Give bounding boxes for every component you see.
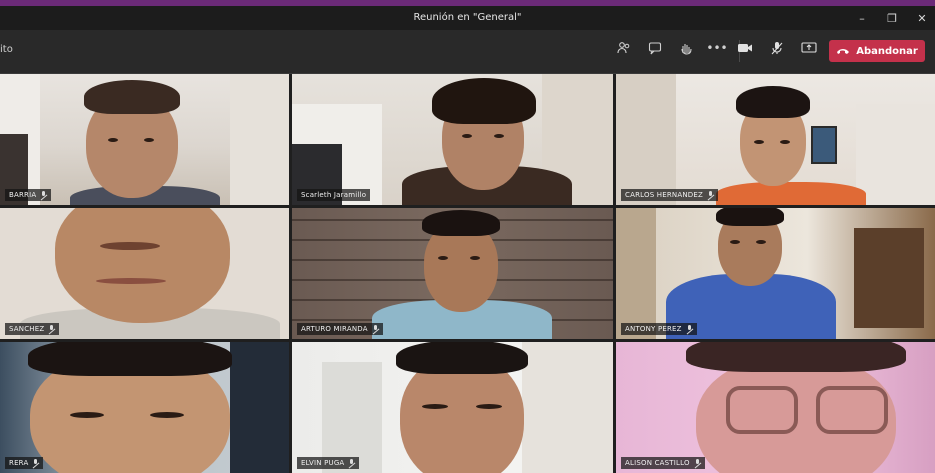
participant-name-tag: ARTURO MIRANDA	[297, 323, 383, 335]
video-tile[interactable]: ELVIN PUGA	[292, 342, 613, 473]
mic-icon	[33, 459, 39, 467]
video-tile[interactable]: BARRIA	[0, 74, 289, 205]
media-controls	[737, 40, 817, 56]
window-controls: – ❐ ✕	[855, 6, 929, 30]
video-grid: BARRIA Scarleth Jaramillo CARLOS HERNAND…	[0, 74, 935, 473]
mic-icon	[373, 325, 379, 333]
video-tile[interactable]: Scarleth Jaramillo	[292, 74, 613, 205]
share-screen-icon[interactable]	[801, 40, 817, 56]
mic-icon	[695, 459, 701, 467]
mic-icon	[687, 325, 693, 333]
mic-icon	[708, 191, 714, 199]
video-tile[interactable]: CARLOS HERNANDEZ	[616, 74, 935, 205]
participants-icon[interactable]	[616, 40, 632, 56]
participant-name-tag: ELVIN PUGA	[297, 457, 360, 469]
mic-icon	[349, 459, 355, 467]
chat-icon[interactable]	[647, 40, 663, 56]
participant-name-tag: SANCHEZ	[5, 323, 60, 335]
participant-name-tag: BARRIA	[5, 189, 52, 201]
window-title: Reunión en "General"	[413, 12, 522, 23]
more-options-icon[interactable]: •••	[706, 40, 727, 56]
leave-label: Abandonar	[856, 45, 918, 57]
title-bar: Reunión en "General" – ❐ ✕	[0, 6, 935, 30]
participant-name-tag: ALISON CASTILLO	[621, 457, 705, 469]
video-tile[interactable]: ARTURO MIRANDA	[292, 208, 613, 339]
video-tile[interactable]: SANCHEZ	[0, 208, 289, 339]
video-tile[interactable]: ALISON CASTILLO	[616, 342, 935, 473]
mic-icon[interactable]	[769, 40, 785, 56]
mic-icon	[41, 191, 47, 199]
mic-icon	[49, 325, 55, 333]
leave-button[interactable]: Abandonar	[829, 40, 925, 62]
hang-up-icon	[837, 49, 850, 54]
close-icon[interactable]: ✕	[915, 12, 929, 25]
meeting-timer: ito	[0, 44, 13, 55]
video-tile[interactable]: RERA	[0, 342, 289, 473]
meeting-toolbar: ito ••• Abandonar	[0, 30, 935, 74]
participant-name-tag: ANTONY PEREZ	[621, 323, 697, 335]
maximize-icon[interactable]: ❐	[885, 12, 899, 25]
participant-name-tag: CARLOS HERNANDEZ	[621, 189, 718, 201]
raise-hand-icon[interactable]	[678, 40, 694, 56]
video-tile[interactable]: ANTONY PEREZ	[616, 208, 935, 339]
camera-icon[interactable]	[737, 40, 753, 56]
participant-name-tag: Scarleth Jaramillo	[297, 189, 371, 201]
participant-name-tag: RERA	[5, 457, 44, 469]
toolbar-actions: •••	[616, 40, 728, 56]
minimize-icon[interactable]: –	[855, 12, 869, 25]
